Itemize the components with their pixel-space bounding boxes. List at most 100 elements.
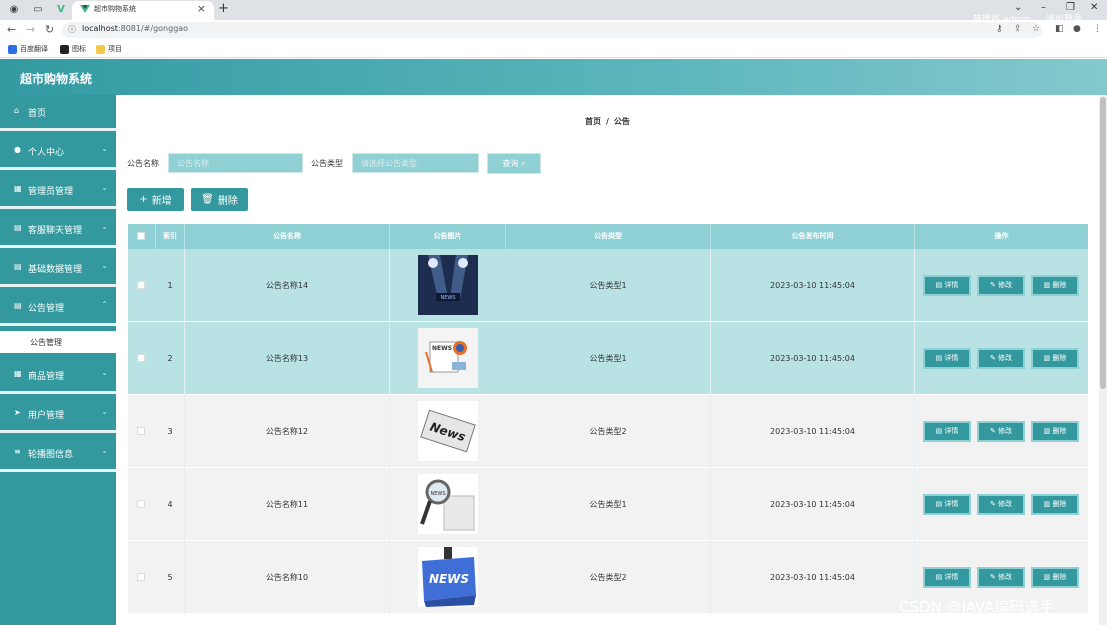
site-info-icon[interactable]: ⓘ (68, 24, 76, 35)
notice-name-label: 公告名称 (127, 159, 159, 168)
edit-button[interactable]: ✎ 修改 (977, 275, 1025, 296)
share-icon[interactable]: ⇪ (1014, 24, 1022, 34)
notice-type-input[interactable] (353, 154, 478, 172)
cell-name: 公告名称12 (185, 395, 390, 468)
edit-button[interactable]: ✎ 修改 (977, 348, 1025, 369)
detail-button[interactable]: ▤ 详情 (923, 567, 971, 588)
breadcrumb-separator: / (606, 117, 609, 126)
bookmarks-bar: 百度翻译 图标 项目 (0, 41, 1107, 58)
more-icon[interactable]: ⋮ (1093, 24, 1102, 34)
select-all-cell (128, 224, 156, 249)
chevron-down-icon: ⌄ (101, 144, 108, 153)
row-checkbox[interactable] (137, 500, 145, 508)
delete-button[interactable]: ▥ 删除 (1031, 421, 1079, 442)
sidebar-item-carousel[interactable]: ≡ 轮播图信息 ⌄ (0, 436, 116, 472)
url-field[interactable]: ⓘ localhost:8081/#/gonggao (62, 22, 1042, 38)
bookmark-item[interactable]: 项目 (96, 44, 122, 54)
detail-button[interactable]: ▤ 详情 (923, 421, 971, 442)
sidepanel-icon[interactable]: ◧ (1055, 24, 1064, 34)
col-time: 公告发布时间 (711, 224, 915, 249)
delete-button[interactable]: ▥ 删除 (1031, 567, 1079, 588)
star-icon[interactable]: ☆ (1032, 24, 1040, 34)
sidebar-item-goods[interactable]: ▦ 商品管理 ⌄ (0, 358, 116, 394)
bookmark-item[interactable]: 图标 (60, 44, 86, 54)
reload-icon[interactable]: ↻ (45, 23, 54, 36)
edit-button[interactable]: ✎ 修改 (977, 567, 1025, 588)
notice-image: NEWS (418, 474, 478, 534)
row-checkbox[interactable] (137, 354, 145, 362)
notice-type-select[interactable] (352, 153, 479, 173)
breadcrumb-current: 公告 (613, 117, 630, 126)
sidebar-subitem-label: 公告管理 (30, 338, 62, 347)
url-host: localhost (82, 24, 118, 33)
back-icon[interactable]: ← (7, 23, 16, 36)
sidebar-item-basic-data[interactable]: ▤ 基础数据管理 ⌄ (0, 251, 116, 287)
sidebar-item-admins[interactable]: ▦ 管理员管理 ⌄ (0, 173, 116, 209)
close-window-icon[interactable]: ✕ (1090, 2, 1098, 13)
active-tab[interactable]: 超市购物系统 × (72, 1, 214, 20)
pencil-icon: ✎ (989, 500, 999, 508)
key-icon[interactable]: ⚷ (996, 24, 1003, 34)
scrollbar-thumb[interactable] (1100, 97, 1106, 389)
bookmark-translate-icon (8, 44, 17, 54)
forward-icon[interactable]: → (26, 23, 35, 36)
row-checkbox[interactable] (137, 281, 145, 289)
delete-button[interactable]: ▥ 删除 (1031, 275, 1079, 296)
notice-icon: ▤ (14, 301, 22, 310)
new-tab-icon[interactable]: + (218, 1, 229, 16)
sidebar-item-personal[interactable]: ● 个人中心 ⌄ (0, 134, 116, 170)
pinned-tab-icon[interactable]: ▭ (31, 3, 45, 17)
table-row[interactable]: 4 公告名称11 NEWS 公告类型1 2023-03-10 11:45:04 … (128, 468, 1088, 541)
bookmark-item[interactable]: 百度翻译 (8, 44, 48, 54)
svg-text:NEWS: NEWS (440, 295, 455, 301)
app-header: 超市购物系统 (0, 59, 1107, 95)
select-all-checkbox[interactable] (137, 232, 145, 240)
pencil-icon: ✎ (989, 281, 999, 289)
profile-icon[interactable]: ● (1073, 24, 1081, 34)
col-type: 公告类型 (506, 224, 711, 249)
notice-name-input[interactable] (169, 154, 302, 172)
user-icon: ● (14, 145, 21, 154)
chrome-menu-icon[interactable]: ◉ (7, 3, 21, 17)
add-button[interactable]: + 新增 (127, 188, 184, 211)
query-label: 查询 (502, 159, 519, 168)
bulk-delete-button[interactable]: 🗑 删除 (191, 188, 248, 211)
edit-button[interactable]: ✎ 修改 (977, 494, 1025, 515)
col-name: 公告名称 (185, 224, 390, 249)
row-checkbox[interactable] (137, 427, 145, 435)
cell-index: 3 (156, 395, 185, 468)
detail-button[interactable]: ▤ 详情 (923, 275, 971, 296)
notice-type-label: 公告类型 (311, 159, 343, 168)
sidebar-item-label: 客服聊天管理 (28, 226, 83, 236)
sidebar-item-label: 商品管理 (28, 372, 65, 382)
sidebar-item-users[interactable]: ➤ 用户管理 ⌄ (0, 397, 116, 433)
breadcrumb-home[interactable]: 首页 (585, 117, 601, 126)
table-row[interactable]: 2 公告名称13 NEWS 公告类型1 2023-03-10 11:45:04 … (128, 322, 1088, 395)
sidebar: ⌂ 首页 ● 个人中心 ⌄ ▦ 管理员管理 ⌄ ▤ 客服聊天管理 ⌄ ▤ 基础数… (0, 95, 116, 625)
col-index: 索引 (156, 224, 185, 249)
row-checkbox[interactable] (137, 573, 145, 581)
table-header: 索引 公告名称 公告图片 公告类型 公告发布时间 操作 (128, 224, 1088, 249)
edit-button[interactable]: ✎ 修改 (977, 421, 1025, 442)
col-actions: 操作 (994, 232, 1009, 240)
query-button[interactable]: 查询 ⌕ (487, 153, 541, 174)
logout-link[interactable]: 退出登录 (1046, 12, 1082, 25)
cell-type: 公告类型1 (506, 249, 711, 322)
notice-name-field[interactable] (168, 153, 303, 173)
detail-button[interactable]: ▤ 详情 (923, 494, 971, 515)
sidebar-item-chat[interactable]: ▤ 客服聊天管理 ⌄ (0, 212, 116, 248)
delete-button[interactable]: ▥ 删除 (1031, 494, 1079, 515)
tab-close-icon[interactable]: × (197, 2, 206, 15)
sidebar-item-home[interactable]: ⌂ 首页 (0, 95, 116, 131)
delete-button[interactable]: ▥ 删除 (1031, 348, 1079, 369)
table-row[interactable]: 1 公告名称14 NEWS 公告类型1 2023-03-10 11:45:04 … (128, 249, 1088, 322)
chevron-down-icon: ⌄ (101, 368, 108, 377)
table-row[interactable]: 3 公告名称12 News 公告类型2 2023-03-10 11:45:04 … (128, 395, 1088, 468)
sidebar-subitem-notice[interactable]: 公告管理 (0, 331, 116, 353)
detail-button[interactable]: ▤ 详情 (923, 348, 971, 369)
cell-time: 2023-03-10 11:45:04 (711, 468, 915, 541)
vue-tab-icon[interactable]: V (54, 3, 68, 17)
sidebar-item-label: 管理员管理 (28, 187, 74, 197)
sidebar-item-notice[interactable]: ▤ 公告管理 ⌃ (0, 290, 116, 326)
sidebar-item-label: 公告管理 (28, 304, 65, 314)
